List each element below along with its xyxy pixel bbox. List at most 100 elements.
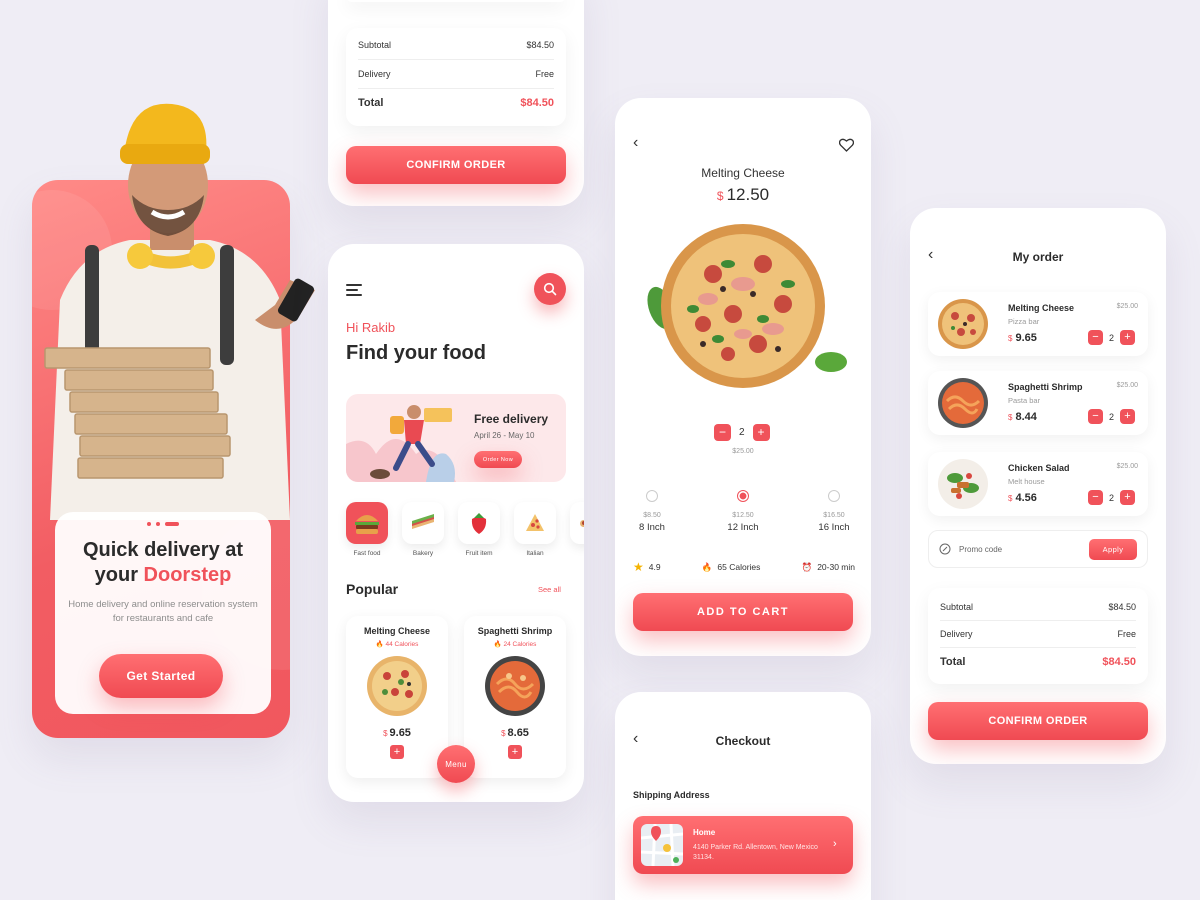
- promo-banner[interactable]: Free delivery April 26 - May 10 Order No…: [346, 394, 566, 482]
- quantity-value: 2: [1109, 492, 1115, 503]
- hamburger-menu-icon[interactable]: [346, 284, 362, 296]
- subtotal-row: Subtotal $84.50: [358, 40, 554, 50]
- intro-title-highlight: Doorstep: [143, 564, 232, 586]
- page-title: Checkout: [715, 734, 771, 748]
- checkout-screen: ‹ Checkout Shipping Address Home 4140 Pa…: [615, 692, 871, 900]
- item-place: Pasta bar: [1008, 396, 1041, 405]
- item-line-total: $25.00: [1116, 382, 1138, 389]
- fire-icon: 🔥: [493, 641, 502, 648]
- increase-button[interactable]: +: [752, 424, 770, 441]
- address-card[interactable]: Home 4140 Parker Rd. Allentown, New Mexi…: [633, 816, 853, 874]
- decrease-button[interactable]: −: [714, 424, 731, 441]
- cut-off-row: [346, 0, 566, 2]
- divider: [358, 88, 554, 89]
- increase-button[interactable]: +: [1120, 409, 1136, 424]
- back-arrow-icon[interactable]: ‹: [633, 134, 638, 152]
- decrease-button[interactable]: −: [1088, 490, 1103, 505]
- increase-button[interactable]: +: [1120, 330, 1136, 345]
- heart-icon[interactable]: [838, 138, 855, 157]
- add-item-button[interactable]: +: [390, 745, 404, 759]
- order-item: Melting Cheese Pizza bar $9.65 $25.00 − …: [928, 292, 1148, 356]
- radio-button[interactable]: [828, 490, 840, 502]
- burger-icon: [355, 515, 379, 534]
- page-title: My order: [1012, 250, 1064, 264]
- spaghetti-image: [485, 656, 545, 716]
- sandwich-icon: [412, 514, 434, 529]
- star-icon: ★: [633, 560, 644, 574]
- size-option[interactable]: $16.50 16 Inch: [809, 490, 859, 533]
- order-summary-screen: Subtotal $84.50 Delivery Free Total $84.50 …: [328, 0, 584, 206]
- item-line-total: $25.00: [1116, 463, 1138, 470]
- delivery-time: ⏰ 20-30 min: [801, 561, 855, 573]
- item-place: Pizza bar: [1008, 317, 1040, 326]
- quantity-value: 2: [1109, 411, 1115, 422]
- popular-title: Popular: [346, 581, 399, 597]
- radio-button-selected[interactable]: [737, 490, 749, 502]
- see-all-link[interactable]: See all: [538, 585, 561, 594]
- category-italian[interactable]: Italian: [514, 502, 556, 557]
- total-row: Total $84.50: [358, 97, 554, 109]
- category-fruit-item[interactable]: Fruit item: [458, 502, 500, 557]
- quantity-stepper: − 2 +: [714, 424, 770, 441]
- item-name: Spaghetti Shrimp: [1008, 382, 1083, 392]
- divider: [358, 59, 554, 60]
- intro-panel: Quick delivery at your Doorstep Home del…: [55, 512, 271, 714]
- order-now-button[interactable]: Order Now: [474, 451, 522, 468]
- product-stats: ★ 4.9 🔥 65 Calories ⏰ 20-30 min: [633, 560, 855, 574]
- promo-code-field[interactable]: Promo code Apply: [928, 530, 1148, 568]
- order-item: Chicken Salad Melt house $4.56 $25.00 − …: [928, 452, 1148, 516]
- add-to-cart-button[interactable]: ADD TO CART: [633, 593, 853, 631]
- category-list: Fast food Bakery Fruit item Italian Ho: [346, 502, 584, 557]
- menu-button[interactable]: Menu: [437, 745, 475, 783]
- decrease-button[interactable]: −: [1088, 330, 1103, 345]
- order-item: Spaghetti Shrimp Pasta bar $8.44 $25.00 …: [928, 371, 1148, 435]
- calories: 🔥 65 Calories: [701, 561, 761, 573]
- search-icon: [543, 282, 557, 296]
- size-option[interactable]: $8.50 8 Inch: [627, 490, 677, 533]
- category-fast-food[interactable]: Fast food: [346, 502, 388, 557]
- get-started-button[interactable]: Get Started: [99, 654, 223, 698]
- radio-button[interactable]: [646, 490, 658, 502]
- popular-item-card[interactable]: Melting Cheese 🔥 44 Calories $9.65 +: [346, 616, 448, 778]
- confirm-order-button[interactable]: CONFIRM ORDER: [346, 146, 566, 184]
- divider: [940, 620, 1136, 621]
- size-option[interactable]: $12.50 12 Inch: [718, 490, 768, 533]
- item-name: Spaghetti Shrimp: [477, 626, 553, 636]
- search-button[interactable]: [534, 273, 566, 305]
- apply-button[interactable]: Apply: [1089, 538, 1137, 560]
- alarm-clock-icon: ⏰: [801, 561, 813, 572]
- hotdog-icon: [580, 520, 584, 527]
- chevron-right-icon: ›: [833, 838, 837, 850]
- item-name: Melting Cheese: [1008, 303, 1075, 313]
- address-text: 4140 Parker Rd. Allentown, New Mexico 31…: [693, 844, 818, 861]
- decrease-button[interactable]: −: [1088, 409, 1103, 424]
- intro-subtitle: Home delivery and online reservation sys…: [68, 599, 258, 624]
- quantity-value: 2: [739, 427, 745, 438]
- summary-box: Subtotal $84.50 Delivery Free Total $84.50: [928, 588, 1148, 684]
- page-title: Find your food: [346, 342, 486, 364]
- item-line-total: $25.00: [1116, 303, 1138, 310]
- item-name: Melting Cheese: [363, 626, 430, 636]
- strawberry-icon: [471, 513, 487, 534]
- confirm-order-button[interactable]: CONFIRM ORDER: [928, 702, 1148, 740]
- quantity-stepper: − 2 +: [1088, 409, 1136, 424]
- shipping-address-label: Shipping Address: [633, 790, 710, 800]
- intro-title: Quick delivery at your Doorstep: [82, 539, 244, 586]
- delivery-runner-illustration: [346, 405, 456, 482]
- increase-button[interactable]: +: [1120, 490, 1136, 505]
- popular-item-card[interactable]: Spaghetti Shrimp 🔥 24 Calories $8.65 +: [464, 616, 566, 778]
- total-row: Total $84.50: [940, 656, 1136, 668]
- summary-box: Subtotal $84.50 Delivery Free Total $84.50: [346, 28, 566, 126]
- add-item-button[interactable]: +: [508, 745, 522, 759]
- size-options: $8.50 8 Inch $12.50 12 Inch $16.50 16 In…: [627, 490, 859, 533]
- product-detail-screen: ‹ Melting Cheese $12.50 − 2 + $25.00 $8.…: [615, 98, 871, 656]
- delivery-row: Delivery Free: [358, 69, 554, 79]
- promo-code-input[interactable]: Promo code: [959, 545, 1081, 554]
- category-bakery[interactable]: Bakery: [402, 502, 444, 557]
- banner-title: Free delivery: [474, 412, 549, 426]
- item-price: 8.44: [1015, 411, 1037, 423]
- category-hot[interactable]: Ho: [570, 502, 584, 557]
- pizza-image: [367, 656, 427, 716]
- product-name: Melting Cheese: [701, 166, 785, 180]
- delivery-man-illustration: [44, 103, 315, 520]
